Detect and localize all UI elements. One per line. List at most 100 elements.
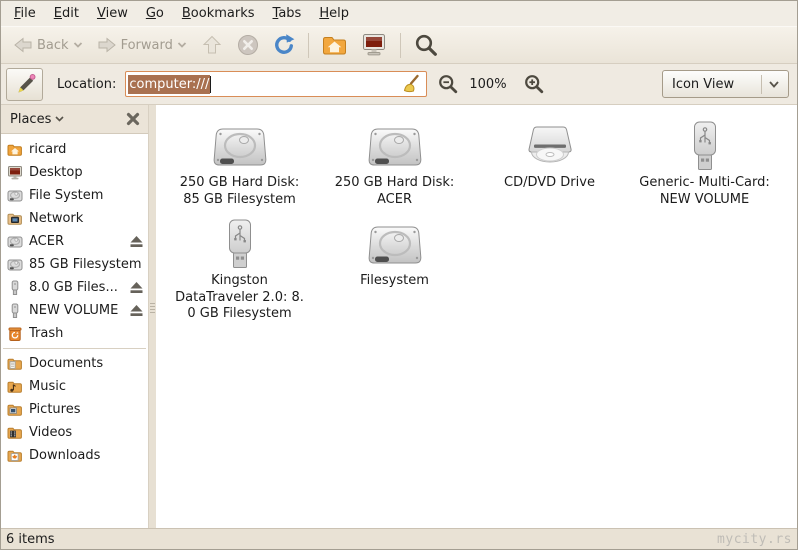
search-button[interactable] [407,29,445,61]
sidebar-item-label: Pictures [29,402,81,417]
up-button[interactable] [194,30,230,60]
sidebar-item-acer[interactable]: ACER [1,230,148,253]
sidebar-item-label: NEW VOLUME [29,303,119,318]
menu-help[interactable]: Help [310,3,358,24]
sidebar-item-ricard[interactable]: ricard [1,138,148,161]
text-caret [210,75,212,93]
location-input[interactable]: computer:/// [125,71,428,97]
eject-icon[interactable] [129,235,144,248]
file-manager-window: File Edit View Go Bookmarks Tabs Help Back For… [0,0,798,550]
up-arrow-icon [200,33,224,57]
view-mode-select[interactable]: Icon View [662,70,789,98]
sidebar-item-music[interactable]: Music [1,375,148,398]
sidebar-list: ricard Desktop File System Network ACER 85 GB… [1,134,148,528]
back-arrow-icon [12,34,34,56]
folder-music-icon [7,379,23,395]
sidebar-item-label: Trash [29,326,64,341]
folder-pictures-icon [7,402,23,418]
folder-videos-icon [7,425,23,441]
eject-icon[interactable] [129,281,144,294]
content-area: Places ricard Desktop File System Network AC… [1,105,797,528]
sidebar-item-trash[interactable]: Trash [1,322,148,345]
harddisk-large-icon [211,119,269,171]
menu-view[interactable]: View [88,3,137,24]
sidebar-item-label: Music [29,379,66,394]
edit-location-button[interactable] [6,67,43,101]
home-folder-icon [7,142,23,158]
menubar: File Edit View Go Bookmarks Tabs Help [1,1,797,26]
back-menu-chevron-icon[interactable] [72,41,84,49]
sidebar-item-videos[interactable]: Videos [1,421,148,444]
close-sidebar-icon[interactable] [124,110,142,128]
pencil-icon [13,72,37,96]
harddisk-icon [7,234,23,250]
sidebar-item-label: 85 GB Filesystem [29,257,142,272]
sidebar-item-label: Downloads [29,448,101,463]
sidebar-item-label: ACER [29,234,64,249]
harddisk-icon [7,257,23,273]
zoom-in-button[interactable] [519,69,549,99]
usb-drive-icon [7,280,23,296]
splitter-grip-icon [150,303,155,313]
home-button[interactable] [315,29,354,61]
sidebar-item-network[interactable]: Network [1,207,148,230]
sidebar-item-desktop[interactable]: Desktop [1,161,148,184]
cdrom-large-icon [521,119,579,171]
eject-icon[interactable] [129,304,144,317]
sidebar-item-8-0-gb-files-[interactable]: 8.0 GB Files... [1,276,148,299]
sidebar-item-pictures[interactable]: Pictures [1,398,148,421]
chevron-down-icon [762,80,786,89]
sidebar-item-label: Desktop [29,165,83,180]
computer-button[interactable] [354,29,394,61]
sidebar-item-documents[interactable]: Documents [1,352,148,375]
trash-icon [7,326,23,342]
file-item[interactable]: CD/DVD Drive [472,119,627,208]
folder-documents-icon [7,356,23,372]
chevron-down-icon[interactable] [54,115,65,123]
status-bar: 6 items mycity.rs [1,528,797,549]
file-item[interactable]: Kingston DataTraveler 2.0: 8. 0 GB Files… [162,217,317,323]
menu-file[interactable]: File [5,3,45,24]
stop-button[interactable] [230,30,266,60]
sidebar-item-label: Documents [29,356,104,371]
file-item[interactable]: Generic- Multi-Card: NEW VOLUME [627,119,782,208]
location-bar: Location: computer:/// 100% Icon View [1,64,797,105]
forward-menu-chevron-icon[interactable] [176,41,188,49]
sidebar-item-new-volume[interactable]: NEW VOLUME [1,299,148,322]
back-button[interactable]: Back [6,31,90,59]
sidebar-item-file-system[interactable]: File System [1,184,148,207]
pane-splitter[interactable] [149,105,156,528]
sidebar-item-label: Videos [29,425,73,440]
places-sidebar: Places ricard Desktop File System Network AC… [1,105,149,528]
sidebar-header-label[interactable]: Places [10,112,51,127]
file-item[interactable]: Filesystem [317,217,472,323]
sidebar-item-label: ricard [29,142,67,157]
zoom-out-button[interactable] [433,69,463,99]
file-item[interactable]: 250 GB Hard Disk: 85 GB Filesystem [162,119,317,208]
menu-bookmarks[interactable]: Bookmarks [173,3,264,24]
sidebar-item-85-gb-filesystem[interactable]: 85 GB Filesystem [1,253,148,276]
sidebar-header: Places [1,105,148,134]
desktop-icon [7,165,23,181]
menu-tabs[interactable]: Tabs [264,3,311,24]
file-item-label: Generic- Multi-Card: NEW VOLUME [639,175,770,207]
menu-go[interactable]: Go [137,3,173,24]
clear-location-icon[interactable] [401,74,421,94]
file-item-label: CD/DVD Drive [504,175,595,190]
sidebar-item-label: File System [29,188,104,203]
location-label: Location: [57,76,117,92]
file-item-label: Filesystem [360,273,429,288]
usb-large-icon [223,217,257,269]
file-item[interactable]: 250 GB Hard Disk: ACER [317,119,472,208]
sidebar-item-downloads[interactable]: Downloads [1,444,148,467]
sidebar-item-label: Network [29,211,84,226]
harddisk-icon [7,188,23,204]
status-text: 6 items [6,531,55,547]
file-item-label: 250 GB Hard Disk: ACER [334,175,455,207]
icon-view: 250 GB Hard Disk: 85 GB Filesystem 250 GB… [156,105,797,528]
menu-edit[interactable]: Edit [45,3,88,24]
forward-button[interactable]: Forward [90,31,194,59]
harddisk-large-icon [366,119,424,171]
folder-downloads-icon [7,448,23,464]
refresh-button[interactable] [266,30,302,60]
